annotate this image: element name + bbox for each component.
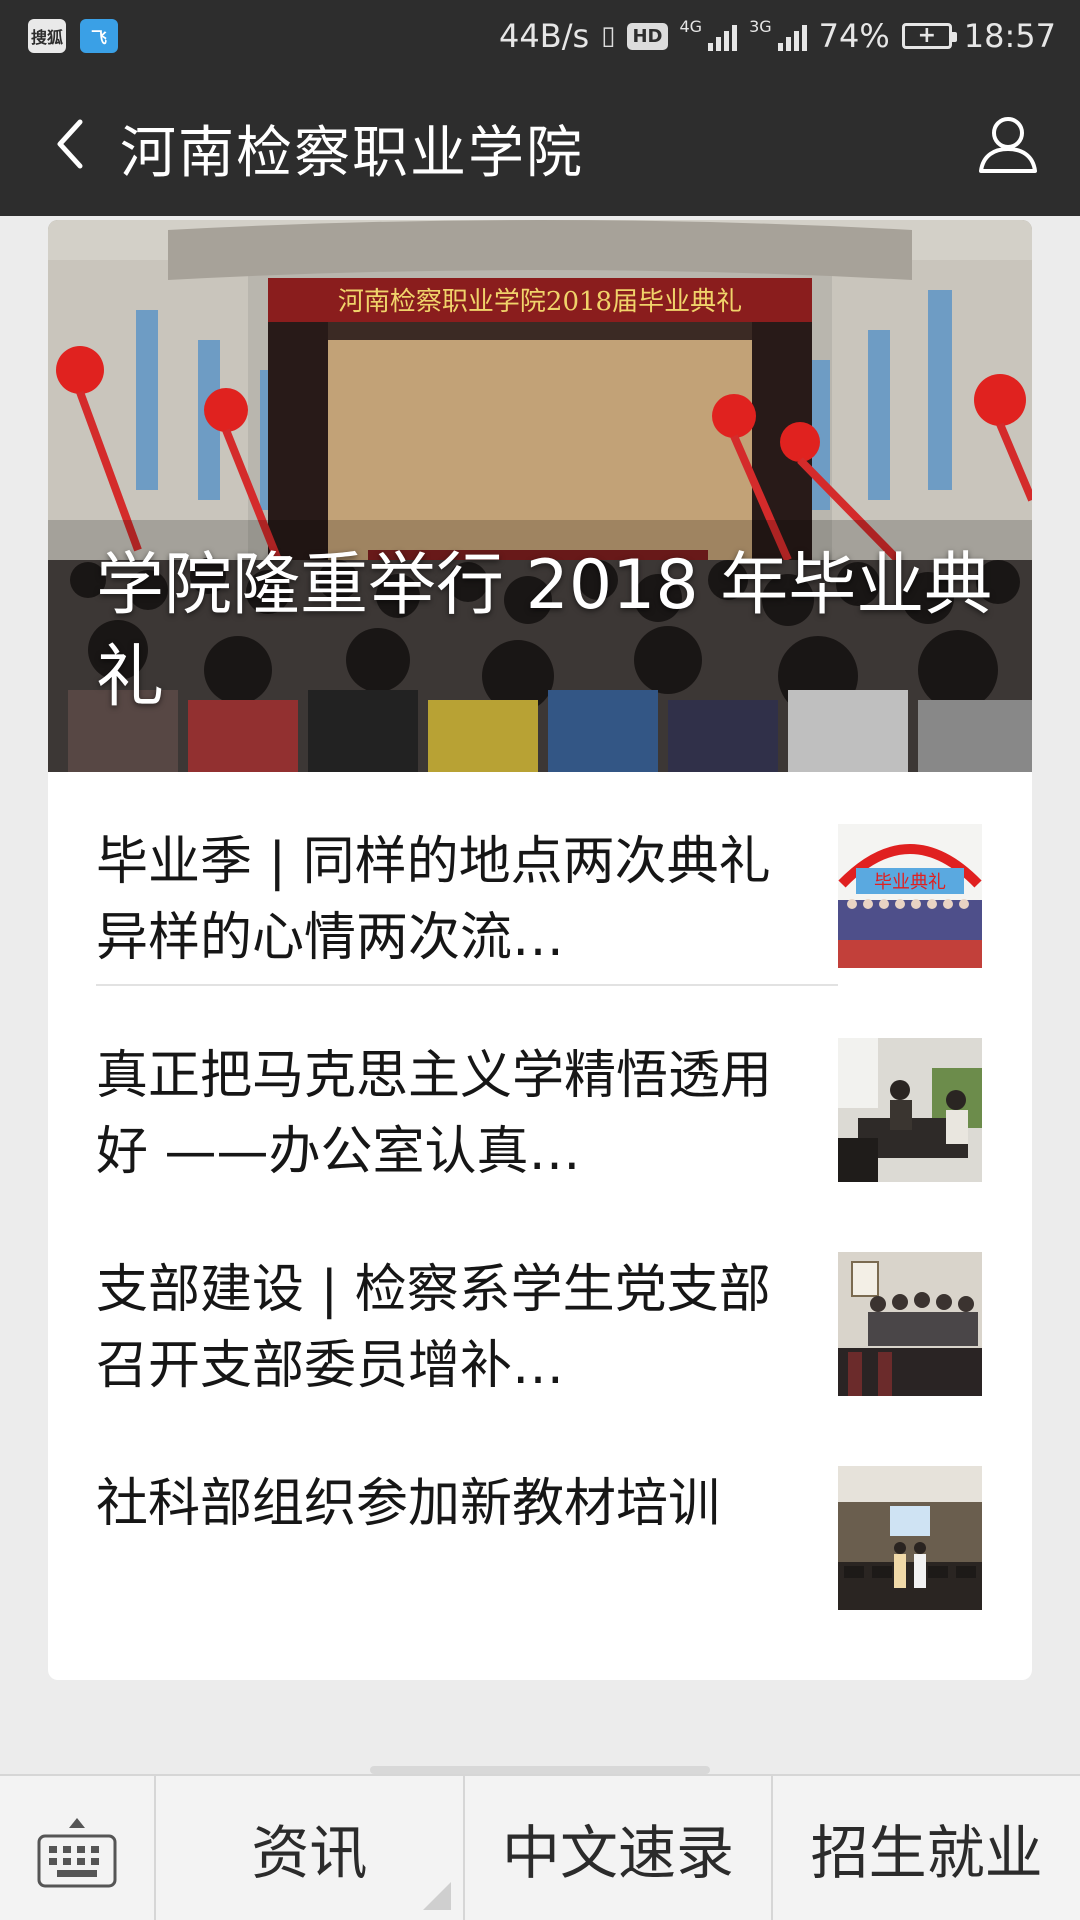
- sim1-network-type: 4G: [679, 17, 703, 36]
- back-button[interactable]: [30, 102, 110, 186]
- list-item-article-2[interactable]: 真正把马克思主义学精悟透用好 ——办公室认真…: [48, 986, 1032, 1200]
- notification-icons: 搜狐 飞: [28, 19, 118, 53]
- menu-tab-shorthand[interactable]: 中文速录: [465, 1776, 774, 1920]
- signal-strength-icon: [708, 21, 738, 51]
- chevron-left-icon: [57, 119, 83, 169]
- keyboard-icon: [37, 1818, 117, 1888]
- system-indicators: 44B/s ▯ HD 4G 3G 74% + 18:57: [499, 17, 1056, 55]
- signal-strength-icon-2: [777, 21, 807, 51]
- battery-icon: +: [901, 23, 957, 49]
- page-title: 河南检察职业学院: [120, 121, 584, 186]
- hero-banner-text: 河南检察职业学院2018届毕业典礼: [338, 287, 742, 317]
- person-icon: [979, 117, 1037, 173]
- hd-badge: HD: [627, 22, 668, 50]
- list-item-article-3[interactable]: 支部建设 | 检察系学生党支部召开支部委员增补…: [48, 1200, 1032, 1414]
- network-speed: 44B/s: [499, 17, 590, 55]
- article-thumbnail: 毕业典礼: [838, 824, 982, 968]
- article-title: 真正把马克思主义学精悟透用好 ——办公室认真…: [96, 1046, 773, 1182]
- sim2-network-type: 3G: [749, 17, 772, 36]
- status-bar: 搜狐 飞 44B/s ▯ HD 4G 3G 74% + 18:57: [0, 0, 1080, 72]
- menu-tab-admissions[interactable]: 招生就业: [773, 1776, 1080, 1920]
- article-thumbnail: [838, 1038, 982, 1182]
- article-title: 毕业季 | 同样的地点两次典礼 异样的心情两次流…: [96, 832, 771, 968]
- article-list: 毕业季 | 同样的地点两次典礼 异样的心情两次流… 毕业典礼 真正把马克思主义学…: [48, 772, 1032, 1628]
- article-card: 河南检察职业学院2018届毕业典礼 学院隆重举行 2018 年毕业典礼 毕业季 …: [48, 220, 1032, 1680]
- feiyu-app-icon: 飞: [80, 19, 118, 53]
- battery-percent: 74%: [818, 17, 890, 55]
- submenu-indicator-icon: [422, 1882, 451, 1910]
- article-thumbnail: [838, 1466, 982, 1610]
- feiyu-icon-label: 飞: [90, 28, 107, 47]
- thumb-banner-text: 毕业典礼: [874, 872, 946, 893]
- scroll-handle: [370, 1766, 710, 1774]
- sohu-app-icon: 搜狐: [28, 19, 66, 53]
- list-item-article-4[interactable]: 社科部组织参加新教材培训: [48, 1414, 1032, 1628]
- menu-tab-label: 招生就业: [810, 1819, 1043, 1887]
- list-item-article-1[interactable]: 毕业季 | 同样的地点两次典礼 异样的心情两次流… 毕业典礼: [48, 772, 1032, 986]
- article-title: 支部建设 | 检察系学生党支部召开支部委员增补…: [96, 1260, 771, 1396]
- menu-tab-label: 资讯: [251, 1819, 368, 1887]
- article-title: 社科部组织参加新教材培训: [96, 1474, 721, 1534]
- hero-article-title: 学院隆重举行 2018 年毕业典礼: [96, 546, 993, 717]
- keyboard-toggle-button[interactable]: [0, 1776, 156, 1920]
- menu-tab-news[interactable]: 资讯: [156, 1776, 465, 1920]
- sohu-icon-label: 搜狐: [30, 28, 63, 47]
- profile-button[interactable]: [966, 102, 1050, 186]
- article-thumbnail: [838, 1252, 982, 1396]
- menu-tab-label: 中文速录: [502, 1819, 735, 1887]
- hero-article[interactable]: 河南检察职业学院2018届毕业典礼 学院隆重举行 2018 年毕业典礼: [48, 220, 1032, 772]
- title-bar: 河南检察职业学院: [0, 72, 1080, 216]
- bottom-menu: 资讯 中文速录 招生就业: [0, 1774, 1080, 1920]
- vibrate-icon: ▯: [601, 21, 616, 51]
- clock: 18:57: [963, 17, 1056, 55]
